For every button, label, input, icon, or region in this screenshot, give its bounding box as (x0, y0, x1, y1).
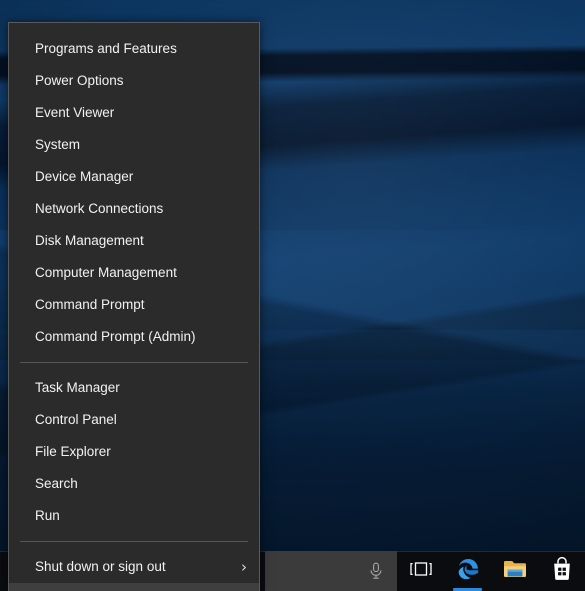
menu-item-command-prompt-admin[interactable]: Command Prompt (Admin) (9, 321, 259, 353)
microphone-icon[interactable] (369, 562, 383, 580)
menu-item-label: Shut down or sign out (35, 559, 166, 574)
menu-item-command-prompt[interactable]: Command Prompt (9, 289, 259, 321)
menu-item-file-explorer[interactable]: File Explorer (9, 436, 259, 468)
menu-group-shell-tools: Task Manager Control Panel File Explorer… (9, 372, 259, 532)
menu-group-session: Shut down or sign out › Desktop (9, 551, 259, 591)
menu-item-label: Search (35, 476, 78, 491)
microsoft-store-icon (550, 556, 574, 586)
menu-item-device-manager[interactable]: Device Manager (9, 161, 259, 193)
menu-item-system[interactable]: System (9, 129, 259, 161)
taskbar-buttons (397, 551, 585, 591)
menu-group-system-tools: Programs and Features Power Options Even… (9, 33, 259, 353)
menu-item-label: Command Prompt (35, 297, 145, 312)
menu-item-network-connections[interactable]: Network Connections (9, 193, 259, 225)
menu-item-label: Run (35, 508, 60, 523)
menu-item-event-viewer[interactable]: Event Viewer (9, 97, 259, 129)
menu-item-run[interactable]: Run (9, 500, 259, 532)
file-explorer-icon (502, 558, 528, 585)
win-x-power-user-menu[interactable]: Programs and Features Power Options Even… (8, 22, 260, 591)
menu-item-computer-management[interactable]: Computer Management (9, 257, 259, 289)
screen: Programs and Features Power Options Even… (0, 0, 585, 591)
menu-item-label: Device Manager (35, 169, 134, 184)
menu-item-label: Desktop (35, 583, 85, 591)
menu-item-label: Disk Management (35, 233, 144, 248)
menu-item-label: File Explorer (35, 444, 111, 459)
menu-separator-1 (20, 362, 248, 363)
menu-item-label: Network Connections (35, 201, 164, 216)
file-explorer-button[interactable] (491, 551, 538, 591)
menu-item-label: Power Options (35, 73, 124, 88)
taskbar-search-box[interactable] (265, 551, 397, 591)
edge-button[interactable] (444, 551, 491, 591)
edge-icon (455, 556, 481, 587)
menu-item-disk-management[interactable]: Disk Management (9, 225, 259, 257)
menu-item-desktop[interactable]: Desktop (9, 583, 259, 591)
menu-item-label: Command Prompt (Admin) (35, 329, 196, 344)
menu-separator-2 (20, 541, 248, 542)
menu-item-label: Task Manager (35, 380, 120, 395)
menu-item-label: Control Panel (35, 412, 117, 427)
menu-item-label: Event Viewer (35, 105, 115, 120)
menu-item-control-panel[interactable]: Control Panel (9, 404, 259, 436)
store-button[interactable] (538, 551, 585, 591)
menu-item-label: Programs and Features (35, 41, 177, 56)
menu-item-shut-down-or-sign-out[interactable]: Shut down or sign out › (9, 551, 259, 583)
task-view-button[interactable] (397, 551, 444, 591)
menu-item-label: Computer Management (35, 265, 177, 280)
menu-item-label: System (35, 137, 81, 152)
task-view-icon (409, 560, 433, 583)
chevron-right-icon: › (241, 557, 247, 576)
menu-item-task-manager[interactable]: Task Manager (9, 372, 259, 404)
menu-item-programs-and-features[interactable]: Programs and Features (9, 33, 259, 65)
menu-item-search[interactable]: Search (9, 468, 259, 500)
menu-item-power-options[interactable]: Power Options (9, 65, 259, 97)
